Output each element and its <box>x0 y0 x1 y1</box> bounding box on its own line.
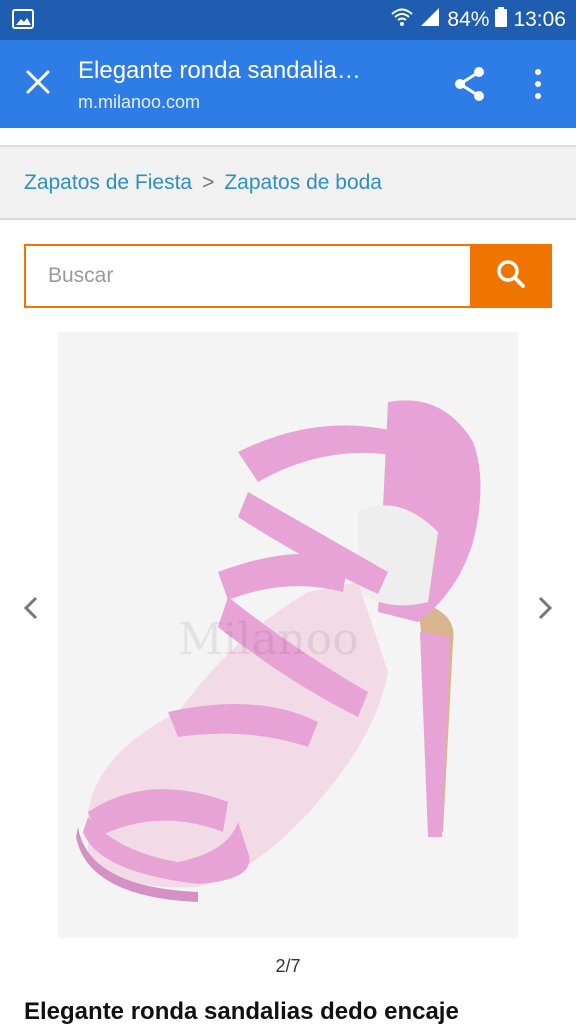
page-url: m.milanoo.com <box>78 92 201 112</box>
breadcrumb-bar: Zapatos de Fiesta > Zapatos de boda <box>0 145 576 220</box>
browser-toolbar: Elegante ronda sandalia… m.milanoo.com <box>0 40 576 128</box>
search-icon <box>496 259 526 294</box>
watermark: Milanoo <box>178 614 359 665</box>
image-counter: 2/7 <box>275 956 301 976</box>
battery-icon <box>495 7 508 33</box>
chevron-right-icon[interactable] <box>534 594 556 627</box>
clock: 13:06 <box>513 8 566 31</box>
search-button[interactable] <box>470 244 552 308</box>
product-image[interactable]: Milanoo <box>58 332 518 938</box>
status-bar: 84% 13:06 <box>0 0 576 40</box>
close-icon[interactable] <box>24 68 52 101</box>
gallery-notification-icon <box>12 9 34 34</box>
breadcrumb-item-zapatos-de-boda[interactable]: Zapatos de boda <box>224 171 382 195</box>
wifi-icon <box>391 7 414 33</box>
search-input[interactable]: Buscar <box>48 264 113 288</box>
more-options-icon[interactable] <box>526 64 550 109</box>
page-title: Elegante ronda sandalia… <box>78 57 361 84</box>
breadcrumb-item-zapatos-de-fiesta[interactable]: Zapatos de Fiesta <box>24 171 192 195</box>
chevron-left-icon[interactable] <box>20 594 42 627</box>
breadcrumb-separator: > <box>202 171 215 194</box>
battery-percent: 84% <box>447 8 490 31</box>
signal-icon <box>419 6 441 34</box>
breadcrumb: Zapatos de Fiesta > Zapatos de boda <box>24 171 382 195</box>
search-bar: Buscar <box>24 244 552 308</box>
product-title: Elegante ronda sandalias dedo encaje <box>24 998 459 1025</box>
share-icon[interactable] <box>452 64 488 109</box>
